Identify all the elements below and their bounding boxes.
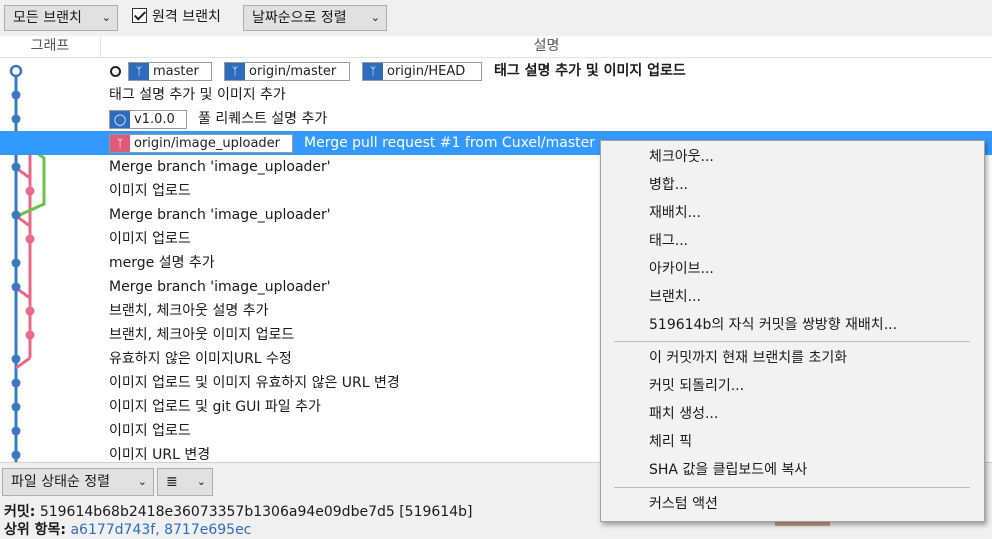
commit-row[interactable]: ◯ v1.0.0 풀 리퀘스트 설명 추가 <box>0 107 992 131</box>
menu-item-branch[interactable]: 브랜치... <box>649 286 701 308</box>
tag-icon: ◯ <box>110 111 130 128</box>
commit-label: 커밋: <box>4 504 36 520</box>
menu-separator <box>614 487 970 488</box>
commit-message: Merge branch 'image_uploader' <box>109 207 331 223</box>
commit-message: Merge branch 'image_uploader' <box>109 159 331 175</box>
parent-line: 상위 항목: a6177d743f, 8717e695ec <box>4 521 472 539</box>
context-menu: 체크아웃... 병합... 재배치... 태그... 아카이브... 브랜치..… <box>600 140 985 522</box>
menu-item-revert[interactable]: 커밋 되돌리기... <box>649 375 744 397</box>
commit-message: 브랜치, 체크아웃 이미지 업로드 <box>109 327 295 343</box>
description-column-header[interactable]: 설명 <box>101 36 992 58</box>
parent-label: 상위 항목: <box>4 522 66 538</box>
commit-info: 커밋: 519614b68b2418e36073357b1306a94e09db… <box>4 503 472 539</box>
menu-item-create-patch[interactable]: 패치 생성... <box>649 403 718 425</box>
commit-message: 이미지 업로드 <box>109 423 191 439</box>
commit-message: 브랜치, 체크아웃 설명 추가 <box>109 303 269 319</box>
column-header: 그래프 설명 <box>0 36 992 58</box>
list-view-icon: ≣ <box>166 474 178 490</box>
sort-order-dropdown[interactable]: 날짜순으로 정렬 ⌄ <box>243 5 387 31</box>
file-sort-value: 파일 상태순 정렬 <box>11 474 111 490</box>
ref-remote[interactable]: ᛉ origin/master <box>224 62 350 81</box>
branch-icon: ᛉ <box>129 63 149 80</box>
menu-item-custom-action[interactable]: 커스텀 액션 <box>649 493 718 515</box>
checkbox-checked-icon[interactable] <box>132 8 147 23</box>
menu-item-copy-sha[interactable]: SHA 값을 클립보드에 복사 <box>649 459 807 481</box>
branch-filter-value: 모든 브랜치 <box>13 10 82 26</box>
commit-message: 이미지 업로드 <box>109 231 191 247</box>
chevron-down-icon: ⌄ <box>101 11 111 24</box>
branch-icon: ᛉ <box>363 63 383 80</box>
chevron-down-icon: ⌄ <box>370 11 380 24</box>
commit-message: 풀 리퀘스트 설명 추가 <box>198 111 328 127</box>
menu-item-rebase[interactable]: 재배치... <box>649 202 701 224</box>
menu-item-tag[interactable]: 태그... <box>649 230 688 252</box>
commit-row[interactable]: 태그 설명 추가 및 이미지 추가 <box>0 83 992 107</box>
sort-order-value: 날짜순으로 정렬 <box>252 10 347 26</box>
menu-item-cherry-pick[interactable]: 체리 픽 <box>649 431 692 453</box>
ref-remote[interactable]: ᛉ origin/image_uploader <box>109 134 293 153</box>
commit-message: 유효하지 않은 이미지URL 수정 <box>109 351 292 367</box>
toolbar: 모든 브랜치 ⌄ 원격 브랜치 날짜순으로 정렬 ⌄ <box>0 0 992 36</box>
ref-remote[interactable]: ᛉ origin/HEAD <box>362 62 482 81</box>
menu-item-reset[interactable]: 이 커밋까지 현재 브랜치를 초기화 <box>649 347 847 369</box>
view-mode-dropdown[interactable]: ≣ ⌄ <box>157 468 213 496</box>
file-sort-dropdown[interactable]: 파일 상태순 정렬 ⌄ <box>2 468 154 496</box>
ref-branch[interactable]: ᛉ master <box>128 62 212 81</box>
commit-message: merge 설명 추가 <box>109 255 215 271</box>
commit-sha-line: 커밋: 519614b68b2418e36073357b1306a94e09db… <box>4 503 472 521</box>
commit-message: 이미지 URL 변경 <box>109 447 211 462</box>
branch-icon: ᛉ <box>225 63 245 80</box>
commit-sha: 519614b68b2418e36073357b1306a94e09dbe7d5… <box>39 504 473 520</box>
branch-filter-dropdown[interactable]: 모든 브랜치 ⌄ <box>4 5 118 31</box>
menu-item-merge[interactable]: 병합... <box>649 174 688 196</box>
parent-link[interactable]: a6177d743f, 8717e695ec <box>70 522 251 538</box>
commit-row[interactable]: ᛉ master ᛉ origin/master ᛉ origin/HEAD 태그 설… <box>0 59 992 83</box>
commit-message: 이미지 업로드 <box>109 183 191 199</box>
commit-message: 이미지 업로드 및 git GUI 파일 추가 <box>109 399 321 415</box>
commit-message: 태그 설명 추가 및 이미지 추가 <box>109 87 286 103</box>
commit-message: Merge branch 'image_uploader' <box>109 279 331 295</box>
head-indicator-icon <box>110 66 121 77</box>
commit-message: Merge pull request #1 from Cuxel/master <box>304 135 596 151</box>
graph-column-header[interactable]: 그래프 <box>0 36 101 58</box>
menu-item-interactive-rebase[interactable]: 519614b의 자식 커밋을 쌍방향 재배치... <box>649 314 897 336</box>
menu-separator <box>614 341 970 342</box>
remote-branch-checkbox[interactable]: 원격 브랜치 <box>132 8 221 28</box>
commit-message: 태그 설명 추가 및 이미지 업로드 <box>494 63 686 79</box>
commit-message: 이미지 업로드 및 이미지 유효하지 않은 URL 변경 <box>109 375 400 391</box>
menu-item-checkout[interactable]: 체크아웃... <box>649 146 714 168</box>
ref-tag[interactable]: ◯ v1.0.0 <box>109 110 187 129</box>
remote-branch-label: 원격 브랜치 <box>152 9 221 25</box>
menu-item-archive[interactable]: 아카이브... <box>649 258 714 280</box>
chevron-down-icon: ⌄ <box>137 475 147 488</box>
branch-icon: ᛉ <box>110 135 130 152</box>
chevron-down-icon: ⌄ <box>196 475 206 488</box>
